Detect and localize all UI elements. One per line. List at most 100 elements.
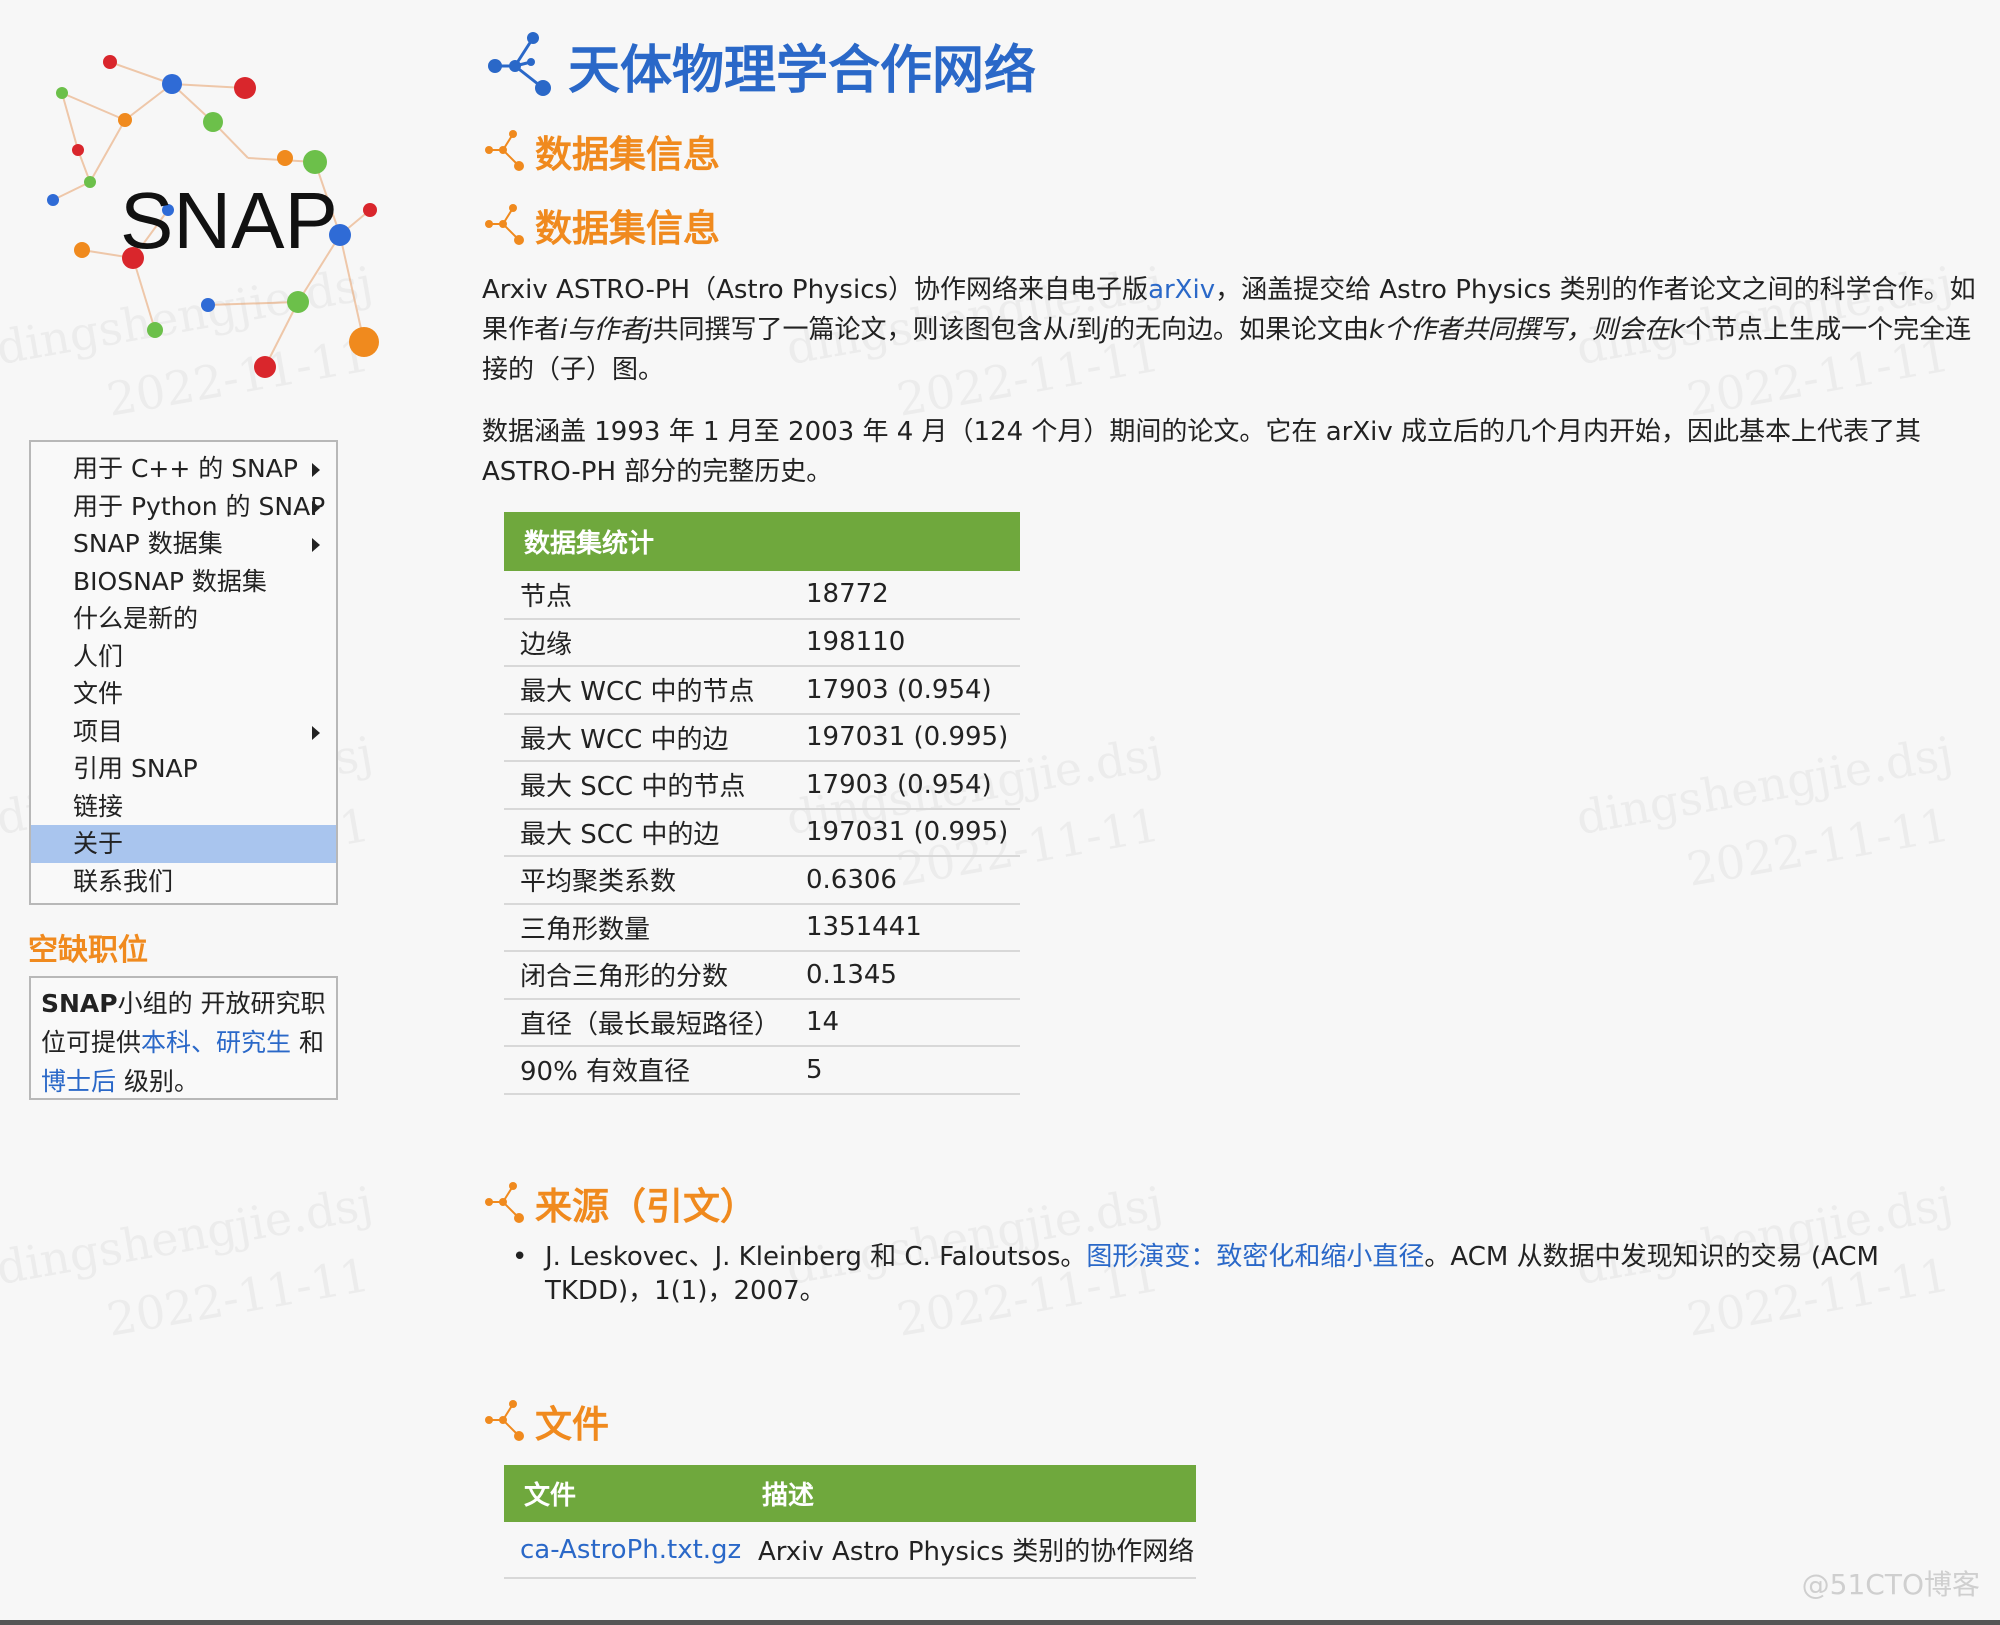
files-header-desc: 描述 (742, 1465, 1196, 1522)
stat-key: 最大 WCC 中的边 (504, 713, 806, 762)
submenu-arrow-icon (312, 500, 320, 515)
stat-value: 14 (806, 998, 1020, 1047)
jobs-text: 和 (291, 1028, 325, 1057)
network-icon (485, 1182, 524, 1223)
section-title-files: 文件 (535, 1403, 609, 1446)
jobs-text-bold: SNAP (41, 989, 118, 1018)
network-icon (485, 1400, 524, 1441)
sidebar-item-label: BIOSNAP 数据集 (73, 566, 267, 596)
sidebar-item-label: 什么是新的 (73, 604, 199, 633)
stat-value: 17903 (0.954) (806, 761, 1020, 810)
stat-key: 最大 WCC 中的节点 (504, 666, 806, 715)
stat-key: 最大 SCC 中的边 (504, 808, 806, 857)
network-icon (485, 130, 524, 171)
logo-text: SNAP (120, 176, 338, 265)
file-download-link[interactable]: ca-AstroPh.txt.gz (520, 1535, 741, 1565)
sidebar-menu: 用于 C++ 的 SNAP 用于 Python 的 SNAP SNAP 数据集 BIO… (29, 440, 338, 905)
page-title: 天体物理学合作网络 (568, 41, 1037, 101)
link-undergrad[interactable]: 本科 (141, 1028, 191, 1057)
sidebar-item[interactable]: 用于 C++ 的 SNAP (31, 450, 336, 488)
table-row: ca-AstroPh.txt.gz Arxiv Astro Physics 类别的… (504, 1522, 1196, 1579)
files-table: 文件 描述 ca-AstroPh.txt.gz Arxiv Astro Physi… (504, 1465, 1196, 1579)
file-cell: ca-AstroPh.txt.gz (504, 1522, 742, 1579)
stat-key: 平均聚类系数 (504, 856, 806, 905)
table-row: 最大 WCC 中的边 197031 (0.995) (504, 713, 1020, 762)
sidebar-item[interactable]: 什么是新的 (31, 600, 336, 638)
desc-text: 的无向边。如果论文由 (1108, 315, 1369, 345)
link-graduate[interactable]: 研究生 (216, 1028, 291, 1057)
sidebar-item-label: 用于 Python 的 SNAP (73, 491, 326, 521)
section-title-source: 来源（引文） (535, 1185, 757, 1228)
sidebar-item-label: SNAP 数据集 (73, 529, 223, 558)
watermark: dingshengjie.dsj2022-11-11 (0, 1175, 377, 1347)
jobs-box: SNAP小组的 开放研究职位可提供本科、研究生 和 博士后 级别。 (29, 976, 338, 1100)
sidebar-item-label: 链接 (73, 791, 124, 821)
sidebar-item[interactable]: 关于 (31, 825, 336, 863)
sidebar-item-label: 文件 (73, 679, 124, 708)
description-paragraph: 数据涵盖 1993 年 1 月至 2003 年 4 月（124 个月）期间的论文… (482, 417, 1922, 487)
table-row: 三角形数量 1351441 (504, 903, 1020, 952)
sidebar-item-label: 关于 (73, 829, 124, 858)
corner-watermark: @51CTO博客 (1801, 1568, 1980, 1601)
stat-value: 197031 (0.995) (806, 808, 1020, 857)
desc-italic: k个作者共同撰写，则会在k (1368, 315, 1686, 345)
network-icon (488, 32, 551, 96)
sidebar-item-label: 联系我们 (73, 866, 174, 896)
desc-text: 到 (1075, 315, 1102, 345)
link-arxiv[interactable]: arXiv (1148, 275, 1215, 305)
sidebar-item[interactable]: 引用 SNAP (31, 750, 336, 788)
submenu-arrow-icon (312, 538, 320, 552)
stat-key: 边缘 (504, 618, 806, 667)
stat-value: 17903 (0.954) (806, 666, 1020, 715)
stat-key: 节点 (504, 571, 806, 620)
submenu-arrow-icon (312, 463, 320, 477)
sidebar-item-label: 引用 SNAP (73, 754, 198, 783)
jobs-sep: 、 (191, 1028, 217, 1057)
citation-link[interactable]: 图形演变：致密化和缩小直径 (1086, 1242, 1424, 1272)
stat-value: 1351441 (806, 903, 1020, 952)
stat-key: 三角形数量 (504, 903, 806, 952)
desc-text: Arxiv ASTRO-PH（Astro Physics）协作网络来自电子版 (482, 275, 1149, 305)
sidebar-item[interactable]: 文件 (31, 675, 336, 713)
sidebar-item[interactable]: 链接 (31, 788, 336, 826)
stat-value: 0.6306 (806, 856, 1020, 905)
stat-key: 直径（最长最短路径） (504, 998, 806, 1047)
sidebar-item[interactable]: 联系我们 (31, 863, 336, 901)
table-row: 最大 SCC 中的节点 17903 (0.954) (504, 761, 1020, 810)
table-row: 90% 有效直径 5 (504, 1046, 1020, 1095)
description-paragraph: Arxiv ASTRO-PH（Astro Physics）协作网络来自电子版ar… (482, 270, 1977, 390)
stat-value: 0.1345 (806, 951, 1020, 1000)
desc-italic: j (1101, 315, 1109, 345)
file-description: Arxiv Astro Physics 类别的协作网络 (742, 1522, 1196, 1579)
link-postdoc[interactable]: 博士后 (41, 1067, 116, 1096)
citation-item: • J. Leskovec、J. Kleinberg 和 C. Faloutso… (512, 1240, 1972, 1308)
sidebar-item[interactable]: 用于 Python 的 SNAP (31, 488, 336, 526)
stat-value: 5 (806, 1046, 1020, 1095)
sidebar-item-label: 人们 (73, 641, 124, 671)
section-title-dataset-info: 数据集信息 (535, 133, 720, 176)
citation-authors: J. Leskovec、J. Kleinberg 和 C. Faloutsos。 (545, 1242, 1087, 1272)
section-title-dataset-info: 数据集信息 (535, 207, 720, 250)
sidebar-item[interactable]: 项目 (31, 713, 336, 751)
stat-key: 90% 有效直径 (504, 1046, 806, 1095)
sidebar-item[interactable]: SNAP 数据集 (31, 525, 336, 563)
table-row: 边缘 198110 (504, 618, 1020, 667)
table-row: 闭合三角形的分数 0.1345 (504, 951, 1020, 1000)
submenu-arrow-icon (312, 725, 320, 740)
table-row: 节点 18772 (504, 571, 1020, 620)
table-row: 平均聚类系数 0.6306 (504, 856, 1020, 905)
sidebar-item[interactable]: BIOSNAP 数据集 (31, 563, 336, 601)
bottom-border (0, 1620, 2000, 1625)
watermark: dingshengjie.dsj2022-11-11 (1572, 725, 1957, 897)
sidebar-item-label: 项目 (73, 716, 124, 746)
snap-logo[interactable]: SNAP (20, 30, 420, 400)
desc-italic: i (1068, 315, 1076, 345)
network-icon (485, 204, 524, 245)
sidebar-item[interactable]: 人们 (31, 638, 336, 676)
table-row: 直径（最长最短路径） 14 (504, 998, 1020, 1047)
list-bullet: • (512, 1242, 528, 1272)
dataset-statistics-table: 数据集统计 节点 18772 边缘 198110 最大 WCC 中的节点 17903 (0… (504, 512, 1020, 1095)
stat-key: 最大 SCC 中的节点 (504, 761, 806, 810)
stat-value: 198110 (806, 618, 1020, 667)
sidebar-item-label: 用于 C++ 的 SNAP (73, 454, 298, 483)
